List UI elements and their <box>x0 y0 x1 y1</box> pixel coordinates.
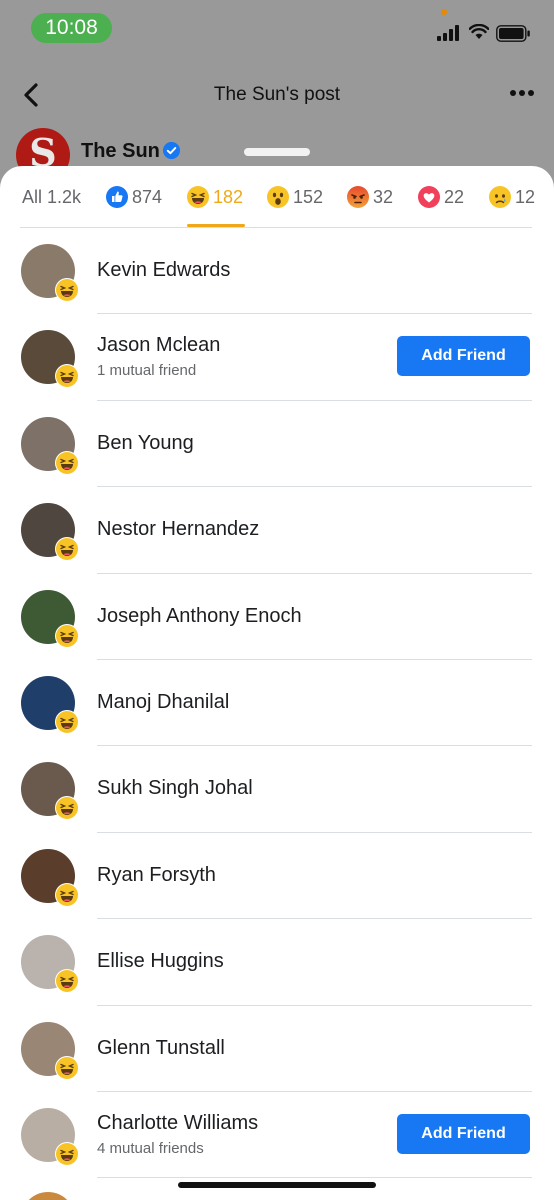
reaction-badge <box>55 364 79 389</box>
person-name[interactable]: Jason Mclean <box>97 334 220 357</box>
row-divider <box>97 1177 532 1179</box>
page-title: The Sun's post <box>213 84 341 105</box>
home-indicator[interactable] <box>178 1182 376 1188</box>
tab-all[interactable]: All 1.2k <box>22 183 81 211</box>
tab-love-count: 22 <box>444 186 465 207</box>
list-item[interactable]: Kevin Edwards <box>0 228 554 315</box>
tab-angry-count: 32 <box>373 186 394 207</box>
reaction-badge <box>55 882 79 907</box>
tab-wow-count: 152 <box>293 186 324 207</box>
reaction-badge <box>55 969 79 994</box>
haha-icon <box>56 797 78 820</box>
tab-sad[interactable]: 12 <box>489 183 535 211</box>
list-item[interactable]: Sukh Singh Johal <box>0 746 554 833</box>
list-item[interactable]: Glenn Tunstall <box>0 1006 554 1092</box>
reaction-badge <box>55 450 79 475</box>
reaction-tabs: All 1.2k 874 182 152 32 22 12 <box>0 166 554 228</box>
haha-icon <box>56 451 78 474</box>
cellular-signal-icon <box>437 25 463 41</box>
tab-like[interactable]: 874 <box>106 183 162 211</box>
haha-icon <box>56 624 78 647</box>
list-item[interactable]: Joseph Anthony Enoch <box>0 574 554 660</box>
verified-badge-icon <box>163 142 180 159</box>
person-name[interactable]: Nestor Hernandez <box>97 518 259 541</box>
battery-icon <box>496 25 530 42</box>
sad-icon <box>489 186 511 208</box>
reaction-badge <box>55 1055 79 1080</box>
tab-all-label: All 1.2k <box>22 186 82 207</box>
reaction-badge <box>55 278 79 302</box>
reaction-badge <box>55 796 79 821</box>
person-name[interactable]: Charlotte Williams <box>97 1112 258 1135</box>
list-item[interactable]: Ellise Huggins <box>0 919 554 1006</box>
person-name[interactable]: Glenn Tunstall <box>97 1037 225 1060</box>
reaction-badge <box>55 623 79 648</box>
haha-icon <box>56 538 78 561</box>
privacy-dot-icon <box>441 9 447 15</box>
person-name[interactable]: Sukh Singh Johal <box>97 777 253 800</box>
tab-haha[interactable]: 182 <box>187 183 243 211</box>
haha-icon <box>56 1056 78 1079</box>
haha-icon <box>56 710 78 733</box>
reaction-badge <box>55 709 79 734</box>
list-item[interactable]: Ben Young <box>0 401 554 488</box>
haha-icon <box>187 186 209 208</box>
list-item[interactable]: Ryan Forsyth <box>0 833 554 920</box>
person-name[interactable]: Kevin Edwards <box>97 259 230 282</box>
person-name[interactable]: Ellise Huggins <box>97 950 224 973</box>
person-name[interactable]: Ben Young <box>97 432 194 455</box>
angry-icon <box>347 186 369 208</box>
tab-sad-count: 12 <box>515 186 536 207</box>
status-bar: 10:08 <box>0 0 554 56</box>
list-item[interactable]: Manoj Dhanilal <box>0 660 554 747</box>
like-icon <box>106 186 128 208</box>
list-item[interactable]: Nestor Hernandez <box>0 487 554 574</box>
tab-angry[interactable]: 32 <box>347 183 393 211</box>
add-friend-button[interactable]: Add Friend <box>397 336 530 377</box>
tab-love[interactable]: 22 <box>418 183 464 211</box>
wifi-icon <box>469 24 489 39</box>
person-name[interactable]: Joseph Anthony Enoch <box>97 605 302 628</box>
sheet-grabber-handle[interactable] <box>244 148 310 156</box>
list-item[interactable]: Charlotte Williams 4 mutual friends Add Fr… <box>0 1092 554 1179</box>
haha-icon <box>56 883 78 906</box>
haha-icon <box>56 365 78 388</box>
list-item[interactable]: Jason Mclean 1 mutual friend Add Friend <box>0 314 554 401</box>
person-name[interactable]: Manoj Dhanilal <box>97 691 229 714</box>
reaction-badge <box>55 537 79 562</box>
wow-icon <box>267 186 289 208</box>
tab-haha-count: 182 <box>213 186 244 207</box>
person-name[interactable]: Ryan Forsyth <box>97 864 216 887</box>
post-header: The Sun's post <box>0 70 554 120</box>
reactions-sheet: All 1.2k 874 182 152 32 22 12 Kevin Edwa… <box>0 166 554 1200</box>
haha-icon <box>56 279 78 301</box>
page-name: The Sun <box>81 140 160 162</box>
haha-icon <box>56 1142 78 1165</box>
mutual-friends: 1 mutual friend <box>97 362 197 380</box>
status-time: 10:08 <box>31 13 112 43</box>
haha-icon <box>56 970 78 993</box>
tab-wow[interactable]: 152 <box>267 183 323 211</box>
more-options-icon[interactable] <box>510 90 534 98</box>
mutual-friends: 4 mutual friends <box>97 1139 204 1157</box>
add-friend-button[interactable]: Add Friend <box>397 1113 530 1154</box>
reaction-badge <box>55 1141 79 1166</box>
love-icon <box>418 186 440 208</box>
reactors-list: Kevin Edwards Jason Mclean 1 mutual friend… <box>0 228 554 1179</box>
tab-like-count: 874 <box>132 186 163 207</box>
